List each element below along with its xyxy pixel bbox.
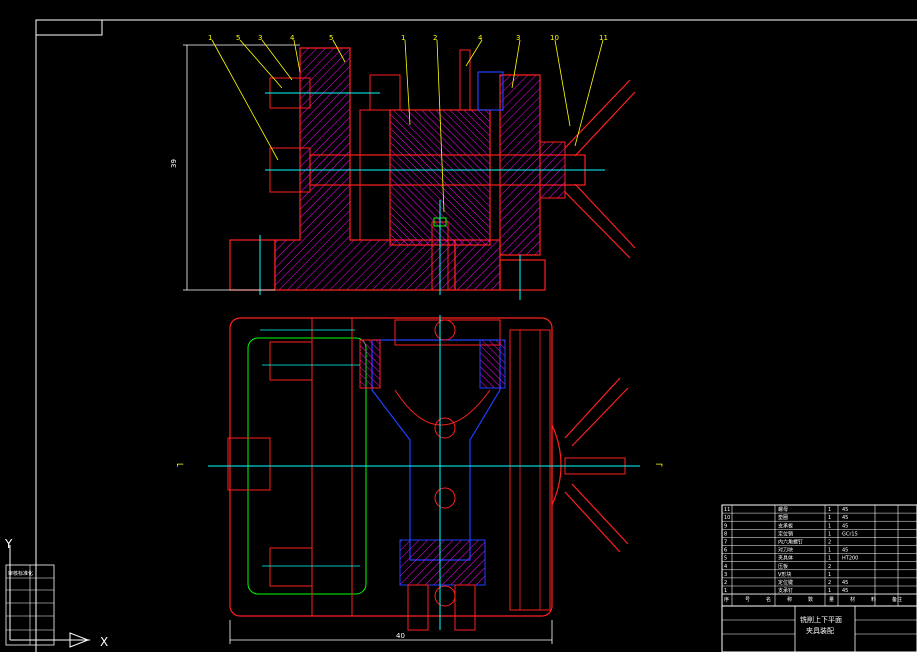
callout-11: 11 bbox=[599, 34, 608, 42]
callout-10: 10 bbox=[550, 34, 559, 42]
callout-5: 5 bbox=[329, 34, 333, 42]
section-mark-right: ¬ bbox=[655, 460, 663, 471]
parts-cell-mat: HT200 bbox=[842, 556, 858, 562]
title-line-2: 夹具装配 bbox=[806, 626, 834, 635]
parts-cell-mat: GCr15 bbox=[842, 531, 858, 537]
parts-header-cell: 序 bbox=[724, 596, 729, 603]
parts-cell-qty: 2 bbox=[828, 540, 831, 546]
height-dimension-label: 39 bbox=[170, 159, 178, 168]
parts-cell-mat: 45 bbox=[842, 507, 848, 513]
parts-cell-no: 11 bbox=[724, 507, 730, 513]
parts-header-cell: 材 bbox=[850, 596, 855, 603]
parts-header-cell: 备注 bbox=[892, 596, 902, 603]
parts-cell-mat: 45 bbox=[842, 548, 848, 554]
parts-cell-qty: 1 bbox=[828, 523, 831, 529]
title-line-1: 铣削上下平面 bbox=[800, 615, 842, 624]
parts-cell-qty: 1 bbox=[828, 556, 831, 562]
parts-cell-mat: 45 bbox=[842, 580, 848, 586]
parts-header-cell: 称 bbox=[787, 596, 792, 603]
parts-cell-no: 2 bbox=[724, 580, 727, 586]
parts-cell-no: 8 bbox=[724, 531, 727, 537]
callout-7: 2 bbox=[433, 34, 437, 42]
parts-cell-name: 定位销 bbox=[778, 530, 793, 537]
parts-cell-no: 3 bbox=[724, 572, 727, 578]
parts-cell-name: 支承钉 bbox=[778, 587, 793, 594]
callout-3: 3 bbox=[258, 34, 262, 42]
parts-cell-no: 9 bbox=[724, 523, 727, 529]
width-dimension-label: 40 bbox=[396, 632, 405, 640]
parts-cell-mat: 45 bbox=[842, 588, 848, 594]
v-block-plan bbox=[399, 539, 486, 586]
parts-header-cell: 名 bbox=[766, 596, 771, 603]
parts-cell-qty: 2 bbox=[828, 564, 831, 570]
parts-cell-no: 6 bbox=[724, 548, 727, 554]
section-mark-left: ⌐ bbox=[176, 460, 184, 471]
callout-2: 5 bbox=[236, 34, 240, 42]
parts-cell-name: 支承板 bbox=[778, 522, 793, 529]
parts-cell-name: 垫圈 bbox=[778, 514, 788, 521]
left-block-label: 审核标准化 bbox=[8, 570, 33, 577]
callout-1: 1 bbox=[208, 34, 212, 42]
parts-cell-qty: 1 bbox=[828, 572, 831, 578]
parts-header-cell: 数 bbox=[808, 596, 813, 603]
callout-9: 3 bbox=[516, 34, 520, 42]
callout-4: 4 bbox=[290, 34, 295, 42]
parts-cell-qty: 1 bbox=[828, 531, 831, 537]
parts-header-cell: 量 bbox=[829, 596, 834, 603]
parts-cell-name: 压板 bbox=[778, 563, 788, 570]
support-plate-section bbox=[499, 74, 541, 256]
parts-cell-mat: 45 bbox=[842, 515, 848, 521]
base-right-block bbox=[454, 239, 501, 291]
parts-cell-no: 1 bbox=[724, 588, 727, 594]
parts-cell-no: 5 bbox=[724, 556, 727, 562]
parts-cell-no: 4 bbox=[724, 564, 727, 570]
parts-cell-name: V形块 bbox=[778, 571, 791, 578]
callout-6: 1 bbox=[401, 34, 405, 42]
parts-cell-name: 夹具体 bbox=[778, 555, 793, 562]
parts-cell-mat: 45 bbox=[842, 523, 848, 529]
parts-cell-qty: 1 bbox=[828, 507, 831, 513]
parts-cell-name: 对刀块 bbox=[778, 547, 793, 554]
parts-cell-no: 7 bbox=[724, 540, 727, 546]
parts-cell-qty: 2 bbox=[828, 580, 831, 586]
parts-header-cell: 号 bbox=[745, 597, 750, 603]
parts-cell-name: 螺母 bbox=[778, 506, 788, 513]
parts-cell-name: 内六角螺钉 bbox=[778, 539, 803, 546]
parts-cell-qty: 1 bbox=[828, 588, 831, 594]
cad-drawing-canvas: 39 1 5 3 4 5 1 2 4 3 10 11 ⌐ ¬ 40 Y X 审核… bbox=[0, 0, 917, 652]
parts-cell-qty: 1 bbox=[828, 548, 831, 554]
parts-cell-no: 10 bbox=[724, 515, 730, 521]
parts-cell-name: 定位键 bbox=[778, 579, 793, 586]
parts-cell-qty: 1 bbox=[828, 515, 831, 521]
axis-y-label: Y bbox=[4, 537, 13, 551]
axis-x-label: X bbox=[100, 635, 108, 649]
callout-8: 4 bbox=[478, 34, 483, 42]
parts-header-cell: 料 bbox=[871, 596, 876, 603]
